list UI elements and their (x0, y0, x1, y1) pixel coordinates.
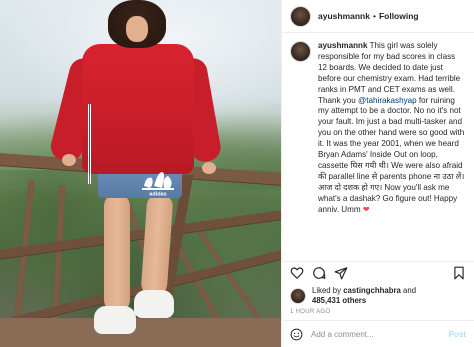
post-header: ayushmannk • Following (282, 0, 474, 33)
jacket-stripes (88, 104, 92, 184)
caption-username[interactable]: ayushmannk (318, 41, 367, 50)
likes-count[interactable]: 485,431 others (312, 296, 366, 305)
right-sneaker (134, 290, 174, 318)
caption-body-end: for ruining my attempt to be a doctor. N… (318, 95, 465, 214)
header-separator: • (372, 11, 376, 21)
heart-emoji: ❤ (362, 204, 370, 214)
left-hand (62, 154, 76, 166)
post-timestamp[interactable]: 1 HOUR AGO (282, 305, 474, 320)
post-side-panel: ayushmannk • Following ayushmannk This g… (281, 0, 474, 347)
left-sneaker (94, 306, 136, 334)
right-leg (140, 193, 174, 297)
likes-and: and (400, 286, 417, 295)
liker-username[interactable]: castingchhabra (343, 286, 401, 295)
caption-avatar[interactable] (290, 41, 311, 62)
post-comment-button[interactable]: Post (449, 330, 466, 339)
trefoil-logo: adidas (142, 172, 174, 197)
share-icon[interactable] (334, 266, 348, 280)
post-caption: ayushmannk This girl was solely responsi… (282, 33, 474, 261)
comment-icon[interactable] (312, 266, 326, 280)
action-bar (282, 261, 474, 284)
comment-input[interactable] (311, 329, 449, 339)
post-photo[interactable]: adidas (0, 0, 281, 347)
likes-prefix: Liked by (312, 286, 344, 295)
caption-text: ayushmannk This girl was solely responsi… (318, 41, 466, 216)
comment-bar: Post (282, 320, 474, 347)
face (126, 16, 148, 42)
liker-avatar[interactable] (290, 287, 306, 304)
smiley-emoji-icon[interactable] (290, 328, 303, 341)
likes-row: Liked by castingchhabra and 485,431 othe… (282, 284, 474, 305)
caption-mention-link[interactable]: @tahirakashyap (358, 96, 417, 105)
logo-text: adidas (149, 192, 166, 197)
following-button[interactable]: Following (379, 11, 419, 21)
author-avatar[interactable] (290, 5, 311, 27)
heart-icon[interactable] (290, 266, 304, 280)
instagram-post: adidas ayushmannk • Following ayushmannk… (0, 0, 474, 347)
left-leg (104, 194, 130, 312)
red-jacket: adidas (82, 44, 194, 196)
likes-text: Liked by castingchhabra and 485,431 othe… (312, 286, 416, 305)
author-username[interactable]: ayushmannk (318, 11, 370, 21)
person: adidas (47, 0, 223, 347)
right-hand (202, 162, 216, 174)
bookmark-icon[interactable] (452, 266, 466, 280)
